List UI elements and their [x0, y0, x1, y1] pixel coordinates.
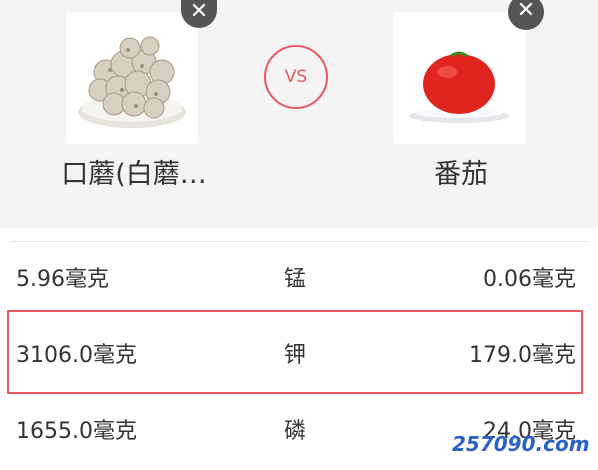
highlight-box	[7, 310, 583, 394]
food-card-left[interactable]: ✕ 口蘑(白蘑…	[34, 0, 234, 228]
right-value: 0.06毫克	[483, 267, 576, 292]
close-icon: ✕	[189, 0, 209, 24]
remove-right-button[interactable]: ✕	[508, 0, 544, 30]
mushroom-image	[66, 12, 198, 144]
left-value: 5.96毫克	[16, 267, 109, 292]
vs-badge: VS	[264, 45, 328, 109]
food-name-left: 口蘑(白蘑…	[61, 159, 207, 190]
nutrient-row: 5.96毫克 锰 0.06毫克	[0, 242, 598, 318]
watermark: 257090.com	[452, 432, 590, 456]
close-icon: ✕	[516, 0, 536, 23]
compare-header: ✕ 口蘑(白蘑… VS ✕ 番茄	[0, 0, 598, 228]
tomato-image	[393, 12, 525, 144]
food-name-right: 番茄	[434, 159, 488, 190]
food-card-right[interactable]: ✕ 番茄	[361, 0, 561, 228]
nutrient-name: 锰	[284, 267, 307, 292]
